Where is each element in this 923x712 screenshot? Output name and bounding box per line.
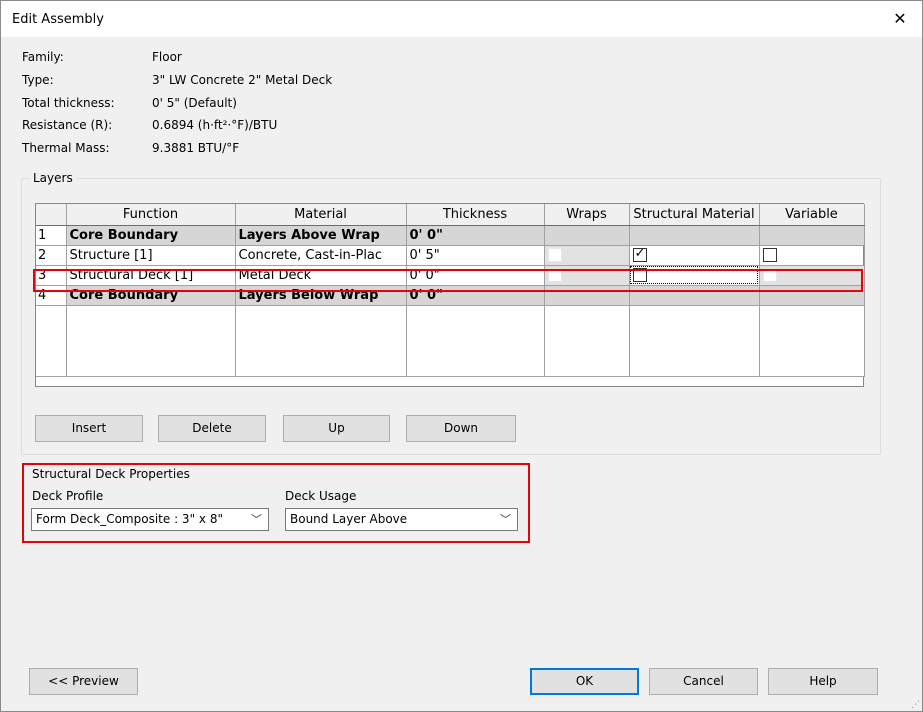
structural-material-cell <box>629 225 760 246</box>
empty-row <box>36 305 865 377</box>
chevron-down-icon: ﹀ <box>500 513 511 526</box>
total-thickness-value: 0' 5" (Default) <box>152 96 237 110</box>
row-number[interactable]: 1 <box>36 225 67 246</box>
delete-button[interactable]: Delete <box>158 415 266 442</box>
thickness-cell[interactable]: 0' 5" <box>406 245 545 266</box>
column-header-structural-material: Structural Material <box>629 204 760 226</box>
empty-cell <box>235 305 407 377</box>
thickness-cell[interactable]: 0' 0" <box>406 225 545 246</box>
variable-checkbox[interactable] <box>762 248 777 262</box>
deck-profile-label: Deck Profile <box>32 489 104 503</box>
variable-cell[interactable] <box>759 245 865 266</box>
function-cell[interactable]: Structure [1] <box>66 245 236 266</box>
deck-profile-dropdown[interactable]: Form Deck_Composite : 3" x 8" ﹀ <box>31 508 269 531</box>
wraps-cell <box>544 245 630 266</box>
wraps-checkbox <box>547 248 562 262</box>
column-header-variable: Variable <box>759 204 865 226</box>
resistance-value: 0.6894 (h·ft²·°F)/BTU <box>152 118 278 132</box>
row-number[interactable]: 2 <box>36 245 67 266</box>
preview-button[interactable]: << Preview <box>29 668 138 695</box>
deck-properties-title: Structural Deck Properties <box>32 467 190 481</box>
resistance-label: Resistance (R): <box>22 118 113 132</box>
wraps-cell <box>544 225 630 246</box>
empty-cell <box>406 305 545 377</box>
variable-cell <box>759 225 865 246</box>
up-button[interactable]: Up <box>283 415 390 442</box>
cancel-button[interactable]: Cancel <box>649 668 758 695</box>
type-label: Type: <box>22 73 54 87</box>
deck-usage-label: Deck Usage <box>285 489 357 503</box>
total-thickness-label: Total thickness: <box>22 96 115 110</box>
highlight-row-3 <box>33 269 863 292</box>
table-row[interactable]: 1 Core Boundary Layers Above Wrap 0' 0" <box>36 225 865 246</box>
empty-cell <box>629 305 760 377</box>
thermal-mass-label: Thermal Mass: <box>22 141 110 155</box>
deck-usage-value: Bound Layer Above <box>290 512 408 526</box>
table-row[interactable]: 2 Structure [1] Concrete, Cast-in-Plac 0… <box>36 245 865 266</box>
column-header-function: Function <box>66 204 236 226</box>
layers-legend: Layers <box>30 171 76 185</box>
empty-cell <box>544 305 630 377</box>
material-cell[interactable]: Concrete, Cast-in-Plac <box>235 245 407 266</box>
column-header-material: Material <box>235 204 407 226</box>
close-icon[interactable]: ✕ <box>877 0 923 38</box>
family-label: Family: <box>22 50 64 64</box>
structural-material-checkbox[interactable]: ✓ <box>632 246 647 262</box>
family-value: Floor <box>152 50 182 64</box>
insert-button[interactable]: Insert <box>35 415 143 442</box>
help-button[interactable]: Help <box>768 668 878 695</box>
ok-button[interactable]: OK <box>530 668 639 695</box>
column-header-thickness: Thickness <box>406 204 545 226</box>
check-icon: ✓ <box>634 246 646 261</box>
title-bar: Edit Assembly ✕ <box>0 0 923 38</box>
deck-profile-value: Form Deck_Composite : 3" x 8" <box>36 512 223 526</box>
empty-cell <box>66 305 236 377</box>
window-title: Edit Assembly <box>12 12 104 27</box>
down-button[interactable]: Down <box>406 415 516 442</box>
empty-cell <box>36 305 67 377</box>
material-cell[interactable]: Layers Above Wrap <box>235 225 407 246</box>
function-cell[interactable]: Core Boundary <box>66 225 236 246</box>
table-header: Function Material Thickness Wraps Struct… <box>36 204 865 226</box>
empty-cell <box>759 305 865 377</box>
column-header <box>36 204 67 226</box>
chevron-down-icon: ﹀ <box>251 513 262 526</box>
type-value: 3" LW Concrete 2" Metal Deck <box>152 73 333 87</box>
layers-table[interactable]: Function Material Thickness Wraps Struct… <box>35 203 865 387</box>
deck-usage-dropdown[interactable]: Bound Layer Above ﹀ <box>285 508 518 531</box>
column-header-wraps: Wraps <box>544 204 630 226</box>
resize-grip-icon[interactable]: ⋰ <box>911 700 920 710</box>
structural-material-cell[interactable]: ✓ <box>629 245 760 266</box>
thermal-mass-value: 9.3881 BTU/°F <box>152 141 240 155</box>
